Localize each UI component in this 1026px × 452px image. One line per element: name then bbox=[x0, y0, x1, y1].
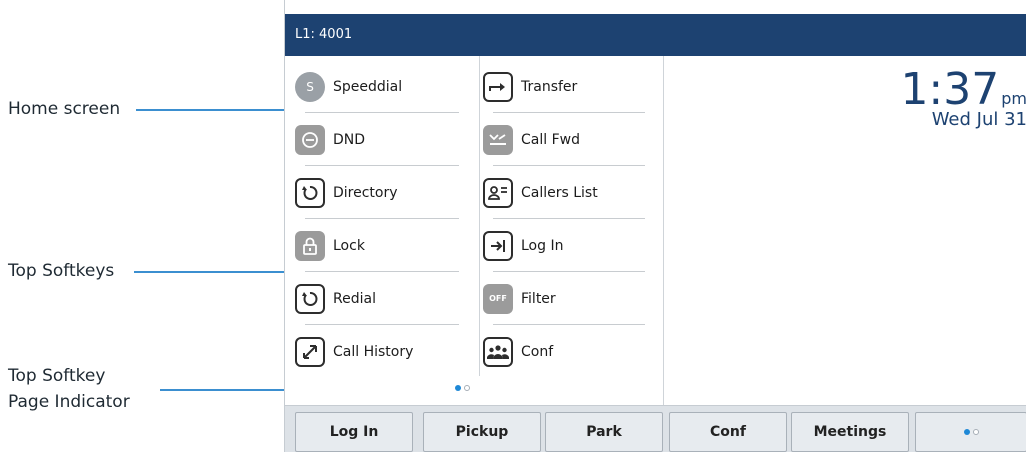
softkey-callers-list[interactable]: Callers List bbox=[483, 166, 655, 219]
softkey-button-log-in[interactable]: Log In bbox=[295, 412, 413, 452]
softkey-speeddial[interactable]: S Speeddial bbox=[295, 60, 469, 113]
page-dot-active bbox=[963, 429, 970, 435]
softkey-call-history[interactable]: Call History bbox=[295, 325, 469, 378]
call-forward-icon bbox=[483, 124, 513, 155]
clock-display: 1:37 pm Wed Jul 31 bbox=[900, 64, 1026, 130]
softkey-directory[interactable]: Directory bbox=[295, 166, 469, 219]
top-softkey-page-indicator[interactable] bbox=[455, 385, 470, 391]
phone-screen: L1: 4001 S Speeddial DND Directory Lock … bbox=[284, 0, 1026, 452]
softkey-label: Call History bbox=[333, 343, 414, 360]
lock-icon bbox=[295, 230, 325, 261]
softkey-redial[interactable]: Redial bbox=[295, 272, 469, 325]
softkey-label: Directory bbox=[333, 184, 398, 201]
callout-page-indicator-line1: Top Softkey bbox=[8, 366, 106, 386]
softkey-label: DND bbox=[333, 131, 366, 148]
log-in-icon bbox=[483, 230, 513, 261]
bottom-softkey-bar: Log In Pickup Park Conf Meetings bbox=[285, 405, 1026, 452]
leader-line-softkeys bbox=[134, 271, 304, 273]
softkey-label: Log In bbox=[521, 237, 564, 254]
softkey-button-pickup[interactable]: Pickup bbox=[423, 412, 541, 452]
line-status-bar: L1: 4001 bbox=[285, 14, 1026, 56]
softkey-conf[interactable]: Conf bbox=[483, 325, 655, 378]
softkey-label: Conf bbox=[521, 343, 554, 360]
redial-icon bbox=[295, 283, 325, 314]
call-history-icon bbox=[295, 336, 325, 367]
clock-ampm: pm bbox=[1001, 89, 1026, 108]
softkey-lock[interactable]: Lock bbox=[295, 219, 469, 272]
column-divider bbox=[479, 56, 480, 376]
softkey-label: Call Fwd bbox=[521, 131, 580, 148]
transfer-icon bbox=[483, 71, 513, 102]
dnd-icon bbox=[295, 124, 325, 155]
softkey-filter[interactable]: OFF Filter bbox=[483, 272, 655, 325]
clock-time: 1:37 bbox=[900, 64, 1000, 115]
softkey-log-in[interactable]: Log In bbox=[483, 219, 655, 272]
softkey-label: Speeddial bbox=[333, 78, 403, 95]
softkey-label: Callers List bbox=[521, 184, 598, 201]
page-dot-inactive bbox=[972, 429, 979, 435]
speeddial-s-icon: S bbox=[295, 71, 325, 102]
softkey-label: Redial bbox=[333, 290, 376, 307]
softkey-dnd[interactable]: DND bbox=[295, 113, 469, 166]
page-dot-active bbox=[455, 385, 461, 391]
softkey-label: Lock bbox=[333, 237, 365, 254]
callout-home-screen: Home screen bbox=[8, 99, 121, 119]
conference-icon bbox=[483, 336, 513, 367]
softkey-button-park[interactable]: Park bbox=[545, 412, 663, 452]
directory-icon bbox=[295, 177, 325, 208]
callers-list-icon bbox=[483, 177, 513, 208]
leader-line-home bbox=[136, 109, 294, 111]
callout-page-indicator-line2: Page Indicator bbox=[8, 392, 130, 412]
filter-off-icon: OFF bbox=[483, 283, 513, 314]
softkey-transfer[interactable]: Transfer bbox=[483, 60, 655, 113]
softkey-page-indicator-button[interactable] bbox=[915, 412, 1026, 452]
softkey-label: Transfer bbox=[521, 78, 578, 95]
callout-top-softkeys: Top Softkeys bbox=[8, 261, 115, 281]
softkey-label: Filter bbox=[521, 290, 556, 307]
page-dot-inactive bbox=[464, 385, 470, 391]
softkey-button-conf[interactable]: Conf bbox=[669, 412, 787, 452]
softkey-call-fwd[interactable]: Call Fwd bbox=[483, 113, 655, 166]
softkey-button-meetings[interactable]: Meetings bbox=[791, 412, 909, 452]
